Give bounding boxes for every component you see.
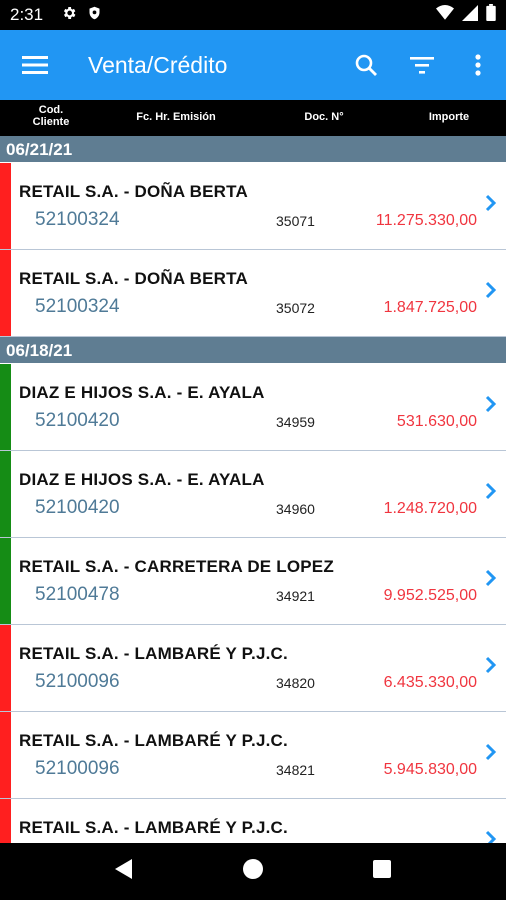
screen: 2:31 Venta/Crédito Cod. Cliente Fc. Hr. … xyxy=(0,0,506,900)
status-stripe xyxy=(0,364,11,450)
chevron-right-icon[interactable] xyxy=(485,194,497,217)
chevron-right-icon[interactable] xyxy=(485,569,497,592)
document-number: 34959 xyxy=(276,414,315,430)
chevron-right-icon[interactable] xyxy=(485,482,497,505)
chevron-right-icon[interactable] xyxy=(485,395,497,418)
home-icon xyxy=(243,859,263,879)
status-stripe xyxy=(0,163,11,249)
filter-button[interactable] xyxy=(394,30,450,100)
amount: 9.952.525,00 xyxy=(383,587,477,604)
client-name: RETAIL S.A. - CARRETERA DE LOPEZ xyxy=(19,557,334,576)
recents-icon xyxy=(373,860,391,878)
search-button[interactable] xyxy=(338,30,394,100)
client-name: DIAZ E HIJOS S.A. - E. AYALA xyxy=(19,470,265,489)
document-number: 34960 xyxy=(276,501,315,517)
wifi-icon xyxy=(436,4,454,26)
column-doc-numero: Doc. N° xyxy=(304,111,344,123)
amount: 5.945.830,00 xyxy=(383,761,477,778)
column-importe: Importe xyxy=(428,111,470,123)
navigation-bar xyxy=(0,843,506,900)
list-item[interactable]: RETAIL S.A. - DOÑA BERTA 52100324 35071 11.… xyxy=(0,163,506,250)
menu-button[interactable] xyxy=(0,30,70,100)
chevron-right-icon[interactable] xyxy=(485,281,497,304)
list-item[interactable]: DIAZ E HIJOS S.A. - E. AYALA 52100420 3496… xyxy=(0,451,506,538)
home-button[interactable] xyxy=(242,858,264,885)
client-code: 52100420 xyxy=(35,497,120,518)
recents-button[interactable] xyxy=(372,859,392,884)
client-code: 52100324 xyxy=(35,296,120,317)
status-stripe xyxy=(0,625,11,711)
overflow-menu-button[interactable] xyxy=(450,30,506,100)
amount: 531.630,00 xyxy=(396,413,477,430)
client-name: RETAIL S.A. - LAMBARÉ Y P.J.C. xyxy=(19,818,288,837)
document-number: 34921 xyxy=(276,588,315,604)
amount: 1.847.725,00 xyxy=(383,299,477,316)
column-fecha-emision: Fc. Hr. Emisión xyxy=(136,111,216,123)
chevron-right-icon[interactable] xyxy=(485,743,497,766)
column-cod-cliente: Cod. Cliente xyxy=(32,104,70,128)
filter-icon xyxy=(410,57,434,74)
search-icon xyxy=(355,54,377,76)
hamburger-icon xyxy=(22,56,48,74)
app-bar: Venta/Crédito xyxy=(0,30,506,100)
status-stripe xyxy=(0,538,11,624)
client-code: 52100478 xyxy=(35,584,120,605)
list-item[interactable]: RETAIL S.A. - CARRETERA DE LOPEZ 52100478… xyxy=(0,538,506,625)
list-item[interactable]: RETAIL S.A. - DOÑA BERTA 52100324 35072 1.8… xyxy=(0,250,506,337)
status-bar: 2:31 xyxy=(0,0,506,30)
page-title: Venta/Crédito xyxy=(88,51,228,78)
status-stripe xyxy=(0,451,11,537)
more-vert-icon xyxy=(475,54,481,76)
list-item[interactable]: DIAZ E HIJOS S.A. - E. AYALA 52100420 3495… xyxy=(0,364,506,451)
back-icon xyxy=(115,859,132,879)
client-name: DIAZ E HIJOS S.A. - E. AYALA xyxy=(19,383,265,402)
date-group-header: 06/18/21 xyxy=(0,337,506,364)
chevron-right-icon[interactable] xyxy=(485,656,497,679)
chevron-right-icon[interactable] xyxy=(485,830,497,843)
list-item[interactable]: RETAIL S.A. - LAMBARÉ Y P.J.C. xyxy=(0,799,506,843)
settings-icon xyxy=(61,5,77,26)
column-header: Cod. Cliente Fc. Hr. Emisión Doc. N° Imp… xyxy=(0,100,506,136)
status-stripe xyxy=(0,250,11,336)
list-item[interactable]: RETAIL S.A. - LAMBARÉ Y P.J.C. 52100096 34… xyxy=(0,712,506,799)
client-code: 52100324 xyxy=(35,209,120,230)
client-code: 52100096 xyxy=(35,671,120,692)
sales-list[interactable]: 06/21/21 RETAIL S.A. - DOÑA BERTA 52100324… xyxy=(0,136,506,843)
client-name: RETAIL S.A. - DOÑA BERTA xyxy=(19,182,248,201)
date-group-header: 06/21/21 xyxy=(0,136,506,163)
back-button[interactable] xyxy=(114,858,134,885)
status-time: 2:31 xyxy=(10,5,44,24)
document-number: 35071 xyxy=(276,213,315,229)
amount: 1.248.720,00 xyxy=(383,500,477,517)
document-number: 34821 xyxy=(276,762,315,778)
client-name: RETAIL S.A. - LAMBARÉ Y P.J.C. xyxy=(19,731,288,750)
client-code: 52100096 xyxy=(35,758,120,779)
amount: 6.435.330,00 xyxy=(383,674,477,691)
client-code: 52100420 xyxy=(35,410,120,431)
client-name: RETAIL S.A. - DOÑA BERTA xyxy=(19,269,248,288)
battery-icon xyxy=(486,4,496,26)
status-stripe xyxy=(0,712,11,798)
document-number: 34820 xyxy=(276,675,315,691)
amount: 11.275.330,00 xyxy=(375,212,477,229)
status-stripe xyxy=(0,799,11,843)
signal-icon xyxy=(462,4,478,26)
list-item[interactable]: RETAIL S.A. - LAMBARÉ Y P.J.C. 52100096 34… xyxy=(0,625,506,712)
client-name: RETAIL S.A. - LAMBARÉ Y P.J.C. xyxy=(19,644,288,663)
shield-icon xyxy=(87,5,102,26)
document-number: 35072 xyxy=(276,300,315,316)
